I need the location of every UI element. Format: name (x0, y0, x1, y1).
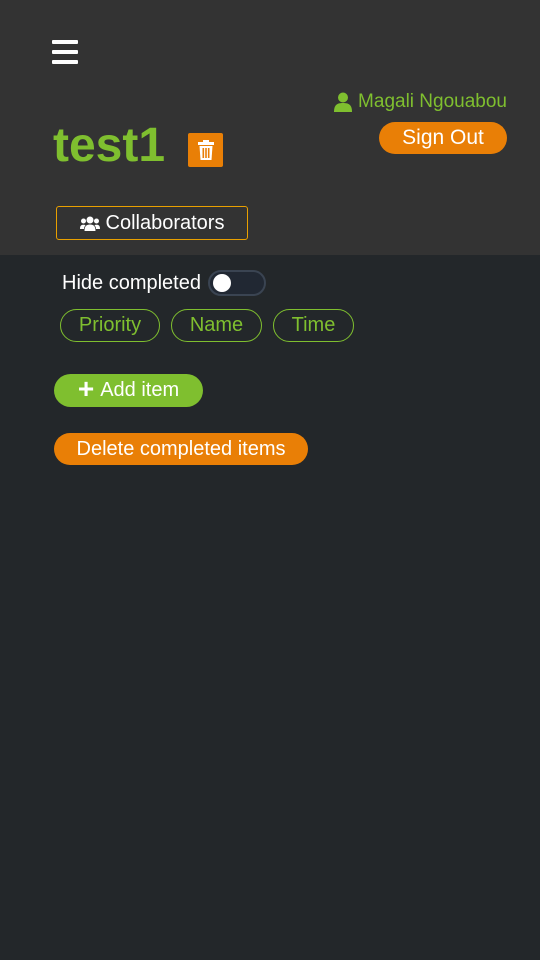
toggle-knob (212, 274, 231, 292)
sign-out-button[interactable]: Sign Out (379, 122, 507, 154)
hamburger-menu-icon[interactable] (52, 40, 78, 64)
app-header: Magali Ngouabou Sign Out test1 Collabora… (0, 0, 540, 255)
hide-completed-row: Hide completed (62, 270, 266, 296)
sort-time-button[interactable]: Time (273, 309, 354, 342)
sort-name-button[interactable]: Name (171, 309, 262, 342)
hide-completed-label: Hide completed (62, 271, 201, 294)
trash-icon (197, 140, 214, 160)
add-item-button[interactable]: + Add item (54, 372, 203, 407)
user-info: Magali Ngouabou (334, 91, 507, 113)
collaborators-button[interactable]: Collaborators (56, 206, 248, 240)
plus-icon: + (77, 372, 95, 404)
delete-list-button[interactable] (188, 133, 223, 167)
user-icon (334, 92, 353, 112)
user-name: Magali Ngouabou (358, 91, 507, 112)
add-item-label: Add item (100, 379, 180, 401)
users-icon (79, 216, 100, 231)
collaborators-label: Collaborators (105, 211, 225, 234)
list-title: test1 (53, 119, 166, 172)
delete-completed-button[interactable]: Delete completed items (54, 433, 308, 465)
hide-completed-toggle[interactable] (207, 270, 266, 296)
sort-priority-button[interactable]: Priority (60, 309, 160, 342)
